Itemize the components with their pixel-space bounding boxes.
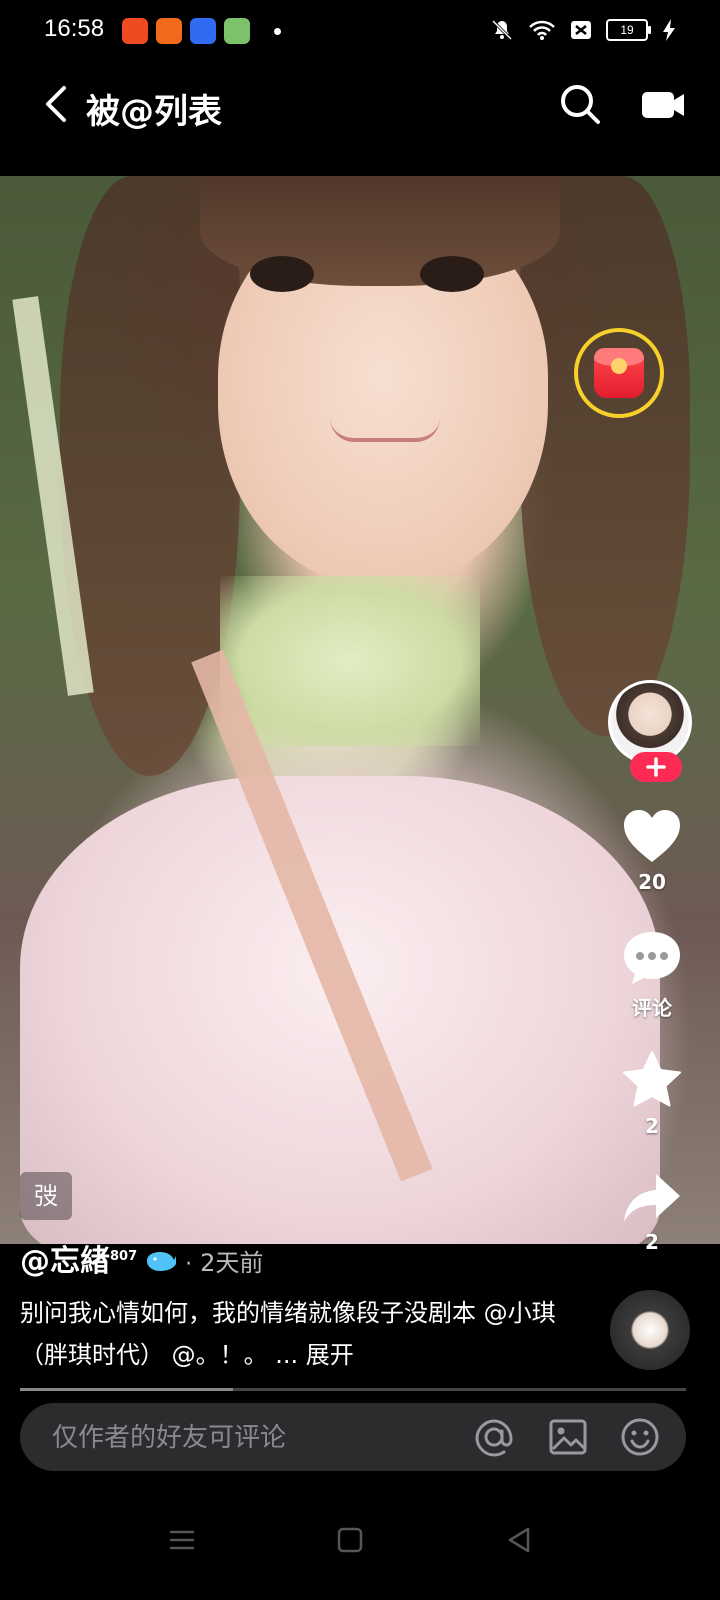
author-name[interactable]: @忘緖807 (20, 1236, 137, 1280)
expand-link[interactable]: ... 展开 (275, 1341, 354, 1369)
baidu-app-icon (190, 18, 216, 44)
like-count: 20 (638, 870, 666, 894)
video-progress-fill (20, 1388, 234, 1391)
wifi-icon (529, 20, 555, 40)
star-icon[interactable] (622, 1050, 682, 1108)
notification-dot (274, 27, 281, 35)
video-app-icon (122, 18, 148, 44)
heart-icon[interactable] (622, 808, 682, 864)
video-frame-detail (520, 176, 690, 736)
post-caption: 别问我心情如何，我的情绪就像段子没剧本 @小琪（胖琪时代） @。！。 ... 展… (20, 1292, 590, 1376)
whale-icon (147, 1252, 177, 1271)
camera-button[interactable] (640, 86, 686, 122)
author-name-text: @忘緖 (20, 1244, 110, 1279)
like-action: 20 (600, 808, 704, 894)
back-triangle-icon[interactable] (506, 1526, 532, 1554)
home-icon[interactable] (337, 1526, 363, 1554)
charging-icon (663, 19, 675, 41)
battery-indicator: 19 (606, 19, 651, 41)
comment-input[interactable] (50, 1403, 454, 1473)
video-frame-detail (220, 576, 480, 746)
favorite-action: 2 (600, 1050, 704, 1138)
mention-link[interactable]: @。！。 (172, 1341, 268, 1369)
follow-button[interactable] (630, 752, 682, 782)
status-time: 16:58 (44, 15, 105, 42)
status-bar: 16:58 19 (0, 0, 720, 64)
video-frame-detail (250, 256, 314, 292)
at-mention-icon[interactable] (474, 1417, 514, 1457)
comment-label: 评论 (632, 996, 672, 1020)
author-name-suffix: 807 (110, 1249, 138, 1264)
status-indicators: 19 (490, 18, 676, 42)
video-camera-icon (642, 92, 684, 118)
red-packet-icon (594, 348, 644, 398)
video-frame-detail (330, 418, 440, 442)
caption-text: 别问我心情如何，我的情绪就像段子没剧本 (20, 1299, 484, 1327)
menu-icon[interactable] (168, 1526, 196, 1554)
image-icon[interactable] (548, 1417, 588, 1457)
share-count: 2 (645, 1230, 659, 1254)
author-line: @忘緖807 · 2天前 (20, 1236, 590, 1280)
comment-action: 评论 (600, 930, 704, 1021)
post-info: @忘緖807 · 2天前 别问我心情如何，我的情绪就像段子没剧本 @小琪（胖琪时… (20, 1236, 590, 1376)
status-app-icons (122, 18, 281, 44)
back-button[interactable] (36, 82, 76, 126)
video-frame-detail (420, 256, 484, 292)
plus-icon (646, 757, 666, 777)
page-title: 被@列表 (86, 92, 222, 132)
video-watermark: 弢 (20, 1172, 72, 1220)
reader-app-icon (156, 18, 182, 44)
red-packet-button[interactable] (574, 328, 664, 418)
header-bar: 被@列表 (0, 70, 720, 138)
search-button[interactable] (558, 82, 602, 126)
separator: · (185, 1252, 193, 1277)
post-time: 2天前 (200, 1249, 264, 1277)
author-avatar-button[interactable] (608, 680, 694, 786)
share-icon[interactable] (622, 1172, 682, 1224)
share-action: 2 (600, 1172, 704, 1254)
chevron-left-icon (46, 86, 66, 122)
comment-icon[interactable] (622, 930, 682, 986)
favorite-count: 2 (645, 1114, 659, 1138)
music-disc-button[interactable] (610, 1290, 690, 1370)
no-sim-icon (571, 21, 591, 39)
emoji-icon[interactable] (620, 1417, 660, 1457)
system-navigation-bar (0, 1496, 720, 1600)
mute-icon (491, 19, 513, 41)
search-icon (561, 85, 600, 124)
comment-bar (20, 1403, 686, 1473)
game-app-icon (224, 18, 250, 44)
video-progress-bar[interactable] (20, 1388, 686, 1391)
